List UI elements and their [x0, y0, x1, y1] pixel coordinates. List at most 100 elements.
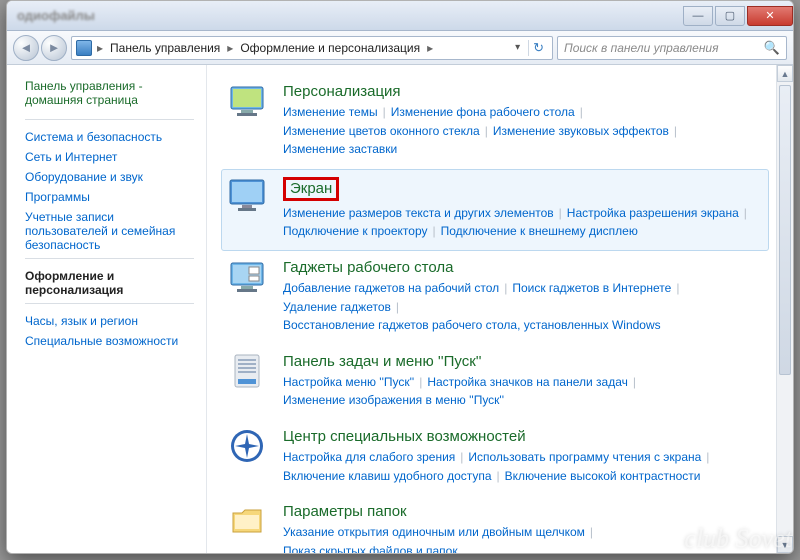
divider — [25, 303, 194, 304]
task-link[interactable]: Показ скрытых файлов и папок — [283, 544, 458, 553]
category-body: Экран Изменение размеров текста и других … — [283, 175, 765, 241]
task-link[interactable]: Подключение к внешнему дисплею — [441, 224, 638, 238]
personalization-icon — [225, 81, 269, 121]
search-placeholder: Поиск в панели управления — [564, 41, 719, 55]
task-link[interactable]: Настройка разрешения экрана — [567, 206, 739, 220]
link-separator: | — [455, 450, 468, 464]
task-link[interactable]: Изменение изображения в меню ''Пуск'' — [283, 393, 504, 407]
task-link[interactable]: Использовать программу чтения с экрана — [468, 450, 701, 464]
link-separator: | — [554, 206, 567, 220]
sidebar-item[interactable]: Сеть и Интернет — [25, 150, 194, 164]
search-input[interactable]: Поиск в панели управления 🔍 — [557, 36, 787, 60]
ease-icon — [225, 426, 269, 466]
category: Панель задач и меню ''Пуск'' Настройка ме… — [221, 345, 769, 420]
task-link[interactable]: Изменение звуковых эффектов — [493, 124, 669, 138]
gadgets-icon — [225, 257, 269, 297]
link-separator: | — [671, 281, 684, 295]
link-separator: | — [492, 469, 505, 483]
refresh-icon[interactable]: ↻ — [528, 40, 548, 56]
minimize-button[interactable]: — — [683, 6, 713, 26]
category-links: Добавление гаджетов на рабочий стол|Поис… — [283, 279, 765, 335]
back-button[interactable]: ◄ — [13, 35, 39, 61]
titlebar: одиофайлы — ▢ ✕ — [7, 1, 793, 31]
sidebar-item[interactable]: Система и безопасность — [25, 130, 194, 144]
task-link[interactable]: Изменение фона рабочего стола — [391, 105, 575, 119]
category-body: Панель задач и меню ''Пуск'' Настройка ме… — [283, 351, 765, 410]
taskbar-icon — [225, 351, 269, 391]
link-separator: | — [585, 525, 598, 539]
maximize-button[interactable]: ▢ — [715, 6, 745, 26]
task-link[interactable]: Подключение к проектору — [283, 224, 428, 238]
category-title[interactable]: Параметры папок — [283, 503, 407, 520]
divider — [25, 258, 194, 259]
task-link[interactable]: Удаление гаджетов — [283, 300, 391, 314]
task-link[interactable]: Настройка меню ''Пуск'' — [283, 375, 414, 389]
sidebar-item[interactable]: Оборудование и звук — [25, 170, 194, 184]
link-separator: | — [428, 224, 441, 238]
link-separator: | — [414, 375, 427, 389]
forward-button[interactable]: ► — [41, 35, 67, 61]
sidebar-item[interactable]: Программы — [25, 190, 194, 204]
control-panel-icon — [76, 40, 92, 56]
search-icon: 🔍 — [764, 40, 780, 56]
chevron-right-icon: ▸ — [424, 41, 436, 55]
category-links: Изменение темы|Изменение фона рабочего с… — [283, 103, 765, 159]
category-links: Указание открытия одиночным или двойным … — [283, 523, 765, 553]
window-buttons: — ▢ ✕ — [681, 6, 793, 26]
breadcrumb[interactable]: Оформление и персонализация — [238, 41, 422, 55]
link-separator: | — [391, 300, 404, 314]
scroll-down-icon[interactable]: ▼ — [777, 536, 793, 553]
category-title[interactable]: Гаджеты рабочего стола — [283, 259, 453, 276]
category-title[interactable]: Экран — [283, 177, 339, 201]
window-title: одиофайлы — [17, 8, 95, 23]
sidebar-item[interactable]: Учетные записи пользователей и семейная … — [25, 210, 194, 252]
task-link[interactable]: Включение высокой контрастности — [505, 469, 701, 483]
task-link[interactable]: Добавление гаджетов на рабочий стол — [283, 281, 499, 295]
task-link[interactable]: Изменение темы — [283, 105, 378, 119]
link-separator: | — [575, 105, 588, 119]
link-separator: | — [701, 450, 714, 464]
sidebar-home-link[interactable]: Панель управления - домашняя страница — [25, 79, 194, 107]
sidebar-item[interactable]: Специальные возможности — [25, 334, 194, 348]
close-button[interactable]: ✕ — [747, 6, 793, 26]
nav-buttons: ◄ ► — [13, 35, 67, 61]
sidebar-item[interactable]: Часы, язык и регион — [25, 314, 194, 328]
category-body: Параметры папок Указание открытия одиночн… — [283, 501, 765, 553]
task-link[interactable]: Изменение заставки — [283, 142, 397, 156]
navbar: ◄ ► ▸ Панель управления ▸ Оформление и п… — [7, 31, 793, 65]
link-separator: | — [499, 281, 512, 295]
category-title[interactable]: Центр специальных возможностей — [283, 428, 526, 445]
address-bar[interactable]: ▸ Панель управления ▸ Оформление и персо… — [71, 36, 553, 60]
task-link[interactable]: Поиск гаджетов в Интернете — [512, 281, 671, 295]
scrollbar[interactable]: ▲ ▼ — [776, 65, 793, 553]
link-separator: | — [480, 124, 493, 138]
category: ПерсонализацияИзменение темы|Изменение ф… — [221, 75, 769, 169]
display-icon — [225, 175, 269, 215]
task-link[interactable]: Указание открытия одиночным или двойным … — [283, 525, 585, 539]
scroll-up-icon[interactable]: ▲ — [777, 65, 793, 82]
task-link[interactable]: Изменение цветов оконного стекла — [283, 124, 480, 138]
main-panel: ПерсонализацияИзменение темы|Изменение ф… — [207, 65, 793, 553]
content-area: Панель управления - домашняя страница Си… — [7, 65, 793, 553]
sidebar: Панель управления - домашняя страница Си… — [7, 65, 207, 553]
scroll-thumb[interactable] — [779, 85, 791, 375]
control-panel-window: одиофайлы — ▢ ✕ ◄ ► ▸ Панель управления … — [6, 0, 794, 554]
task-link[interactable]: Восстановление гаджетов рабочего стола, … — [283, 318, 661, 332]
category: Гаджеты рабочего стола Добавление гаджето… — [221, 251, 769, 345]
category-links: Настройка для слабого зрения|Использоват… — [283, 448, 765, 485]
breadcrumb[interactable]: Панель управления — [108, 41, 222, 55]
category-title[interactable]: Персонализация — [283, 83, 401, 100]
sidebar-item[interactable]: Оформление и персонализация — [25, 269, 194, 297]
category-body: Гаджеты рабочего стола Добавление гаджето… — [283, 257, 765, 335]
category: Параметры папок Указание открытия одиночн… — [221, 495, 769, 553]
chevron-down-icon[interactable]: ▾ — [511, 42, 524, 53]
chevron-right-icon: ▸ — [224, 41, 236, 55]
category: Экран Изменение размеров текста и других … — [221, 169, 769, 251]
category-title[interactable]: Панель задач и меню ''Пуск'' — [283, 353, 482, 370]
link-separator: | — [628, 375, 641, 389]
task-link[interactable]: Настройка для слабого зрения — [283, 450, 455, 464]
task-link[interactable]: Настройка значков на панели задач — [427, 375, 628, 389]
link-separator: | — [669, 124, 682, 138]
task-link[interactable]: Изменение размеров текста и других элеме… — [283, 206, 554, 220]
task-link[interactable]: Включение клавиш удобного доступа — [283, 469, 492, 483]
